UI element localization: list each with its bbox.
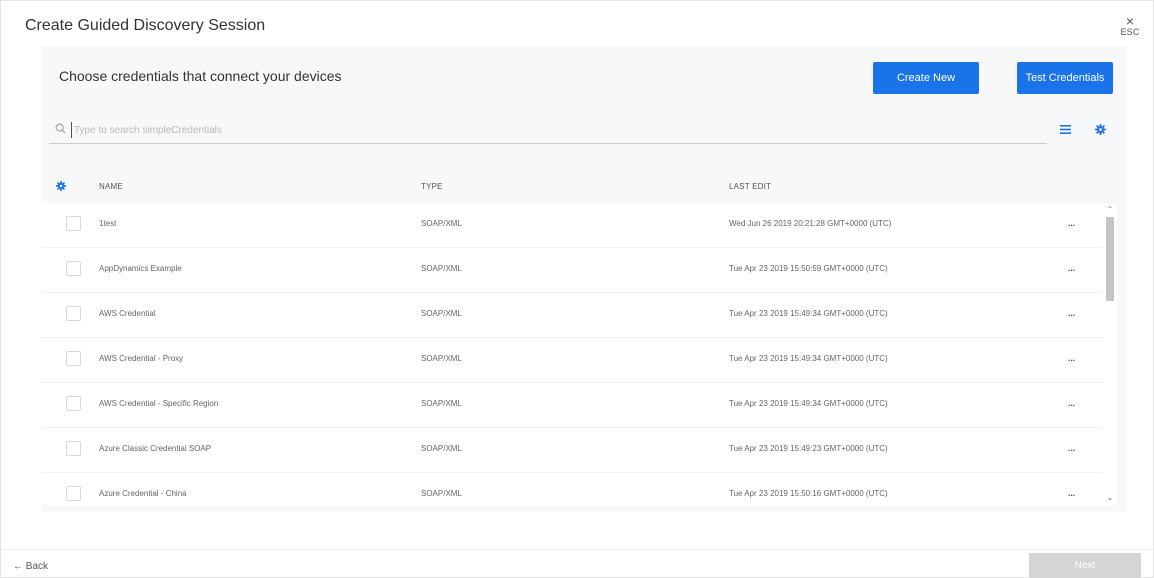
- credential-last-edit: Tue Apr 23 2019 15:50:59 GMT+0000 (UTC): [729, 264, 888, 273]
- scroll-down-icon[interactable]: ⌄: [1103, 491, 1117, 505]
- modal-title: Create Guided Discovery Session: [25, 17, 266, 34]
- credential-last-edit: Tue Apr 23 2019 15:49:34 GMT+0000 (UTC): [729, 354, 888, 363]
- credential-type: SOAP/XML: [421, 489, 462, 498]
- row-checkbox[interactable]: [66, 486, 81, 501]
- table-row[interactable]: Azure Classic Credential SOAP SOAP/XML T…: [41, 428, 1103, 473]
- table-header: NAME TYPE LAST EDIT: [41, 178, 1127, 200]
- row-checkbox[interactable]: [66, 261, 81, 276]
- scrollbar-thumb[interactable]: [1106, 217, 1114, 301]
- credential-name: Azure Classic Credential SOAP: [99, 444, 212, 453]
- credentials-panel: Choose credentials that connect your dev…: [41, 46, 1127, 512]
- modal-footer: ← Back Next: [1, 549, 1153, 578]
- row-actions-button[interactable]: ...: [1061, 396, 1081, 411]
- row-actions-button[interactable]: ...: [1061, 486, 1081, 501]
- gear-icon[interactable]: [1095, 124, 1106, 135]
- create-new-button[interactable]: Create New: [873, 62, 979, 94]
- credential-last-edit: Tue Apr 23 2019 15:49:34 GMT+0000 (UTC): [729, 399, 888, 408]
- search-icon: [55, 123, 66, 134]
- panel-subtitle: Choose credentials that connect your dev…: [59, 68, 342, 84]
- row-checkbox[interactable]: [66, 306, 81, 321]
- row-actions-button[interactable]: ...: [1061, 216, 1081, 231]
- esc-label: ESC: [1120, 27, 1140, 37]
- next-button[interactable]: Next: [1029, 553, 1141, 578]
- row-actions-button[interactable]: ...: [1061, 261, 1081, 276]
- close-button[interactable]: × ESC: [1119, 13, 1141, 37]
- back-link[interactable]: ← Back: [13, 561, 48, 572]
- close-icon: ×: [1125, 13, 1135, 29]
- list-view-icon[interactable]: [1060, 125, 1071, 134]
- credential-type: SOAP/XML: [421, 399, 462, 408]
- table-scrollbar[interactable]: ⌃ ⌄: [1103, 203, 1117, 505]
- row-actions-button[interactable]: ...: [1061, 351, 1081, 366]
- row-checkbox[interactable]: [66, 441, 81, 456]
- credential-type: SOAP/XML: [421, 264, 462, 273]
- credential-name: AWS Credential - Specific Region: [99, 399, 219, 408]
- column-header-name[interactable]: NAME: [99, 182, 123, 191]
- table-row[interactable]: AWS Credential - Specific Region SOAP/XM…: [41, 383, 1103, 428]
- table-row[interactable]: AppDynamics Example SOAP/XML Tue Apr 23 …: [41, 248, 1103, 293]
- search-input[interactable]: [71, 122, 971, 138]
- table-row[interactable]: Azure Credential - China SOAP/XML Tue Ap…: [41, 473, 1103, 505]
- row-checkbox[interactable]: [66, 396, 81, 411]
- credential-name: Azure Credential - China: [99, 489, 187, 498]
- credential-last-edit: Tue Apr 23 2019 15:50:16 GMT+0000 (UTC): [729, 489, 888, 498]
- credential-last-edit: Wed Jun 26 2019 20:21:28 GMT+0000 (UTC): [729, 219, 892, 228]
- credential-type: SOAP/XML: [421, 354, 462, 363]
- credential-type: SOAP/XML: [421, 219, 462, 228]
- row-actions-button[interactable]: ...: [1061, 441, 1081, 456]
- row-checkbox[interactable]: [66, 351, 81, 366]
- credential-type: SOAP/XML: [421, 444, 462, 453]
- credential-name: AppDynamics Example: [99, 264, 182, 273]
- test-credentials-button[interactable]: Test Credentials: [1017, 62, 1113, 94]
- credential-name: AWS Credential: [99, 309, 156, 318]
- credential-last-edit: Tue Apr 23 2019 15:49:34 GMT+0000 (UTC): [729, 309, 888, 318]
- table-row[interactable]: AWS Credential - Proxy SOAP/XML Tue Apr …: [41, 338, 1103, 383]
- guided-discovery-modal: Create Guided Discovery Session × ESC Ch…: [0, 0, 1154, 578]
- credential-last-edit: Tue Apr 23 2019 15:49:23 GMT+0000 (UTC): [729, 444, 888, 453]
- column-header-last-edit[interactable]: LAST EDIT: [729, 182, 771, 191]
- row-checkbox[interactable]: [66, 216, 81, 231]
- table-row[interactable]: 1test SOAP/XML Wed Jun 26 2019 20:21:28 …: [41, 203, 1103, 248]
- credential-name: AWS Credential - Proxy: [99, 354, 184, 363]
- row-actions-button[interactable]: ...: [1061, 306, 1081, 321]
- column-settings-icon[interactable]: [56, 181, 66, 191]
- table-row[interactable]: AWS Credential SOAP/XML Tue Apr 23 2019 …: [41, 293, 1103, 338]
- credentials-table-body: 1test SOAP/XML Wed Jun 26 2019 20:21:28 …: [41, 203, 1103, 505]
- column-header-type[interactable]: TYPE: [421, 182, 443, 191]
- scroll-up-icon[interactable]: ⌃: [1103, 203, 1117, 217]
- search-bar: [49, 119, 1047, 144]
- credential-type: SOAP/XML: [421, 309, 462, 318]
- credential-name: 1test: [99, 219, 117, 228]
